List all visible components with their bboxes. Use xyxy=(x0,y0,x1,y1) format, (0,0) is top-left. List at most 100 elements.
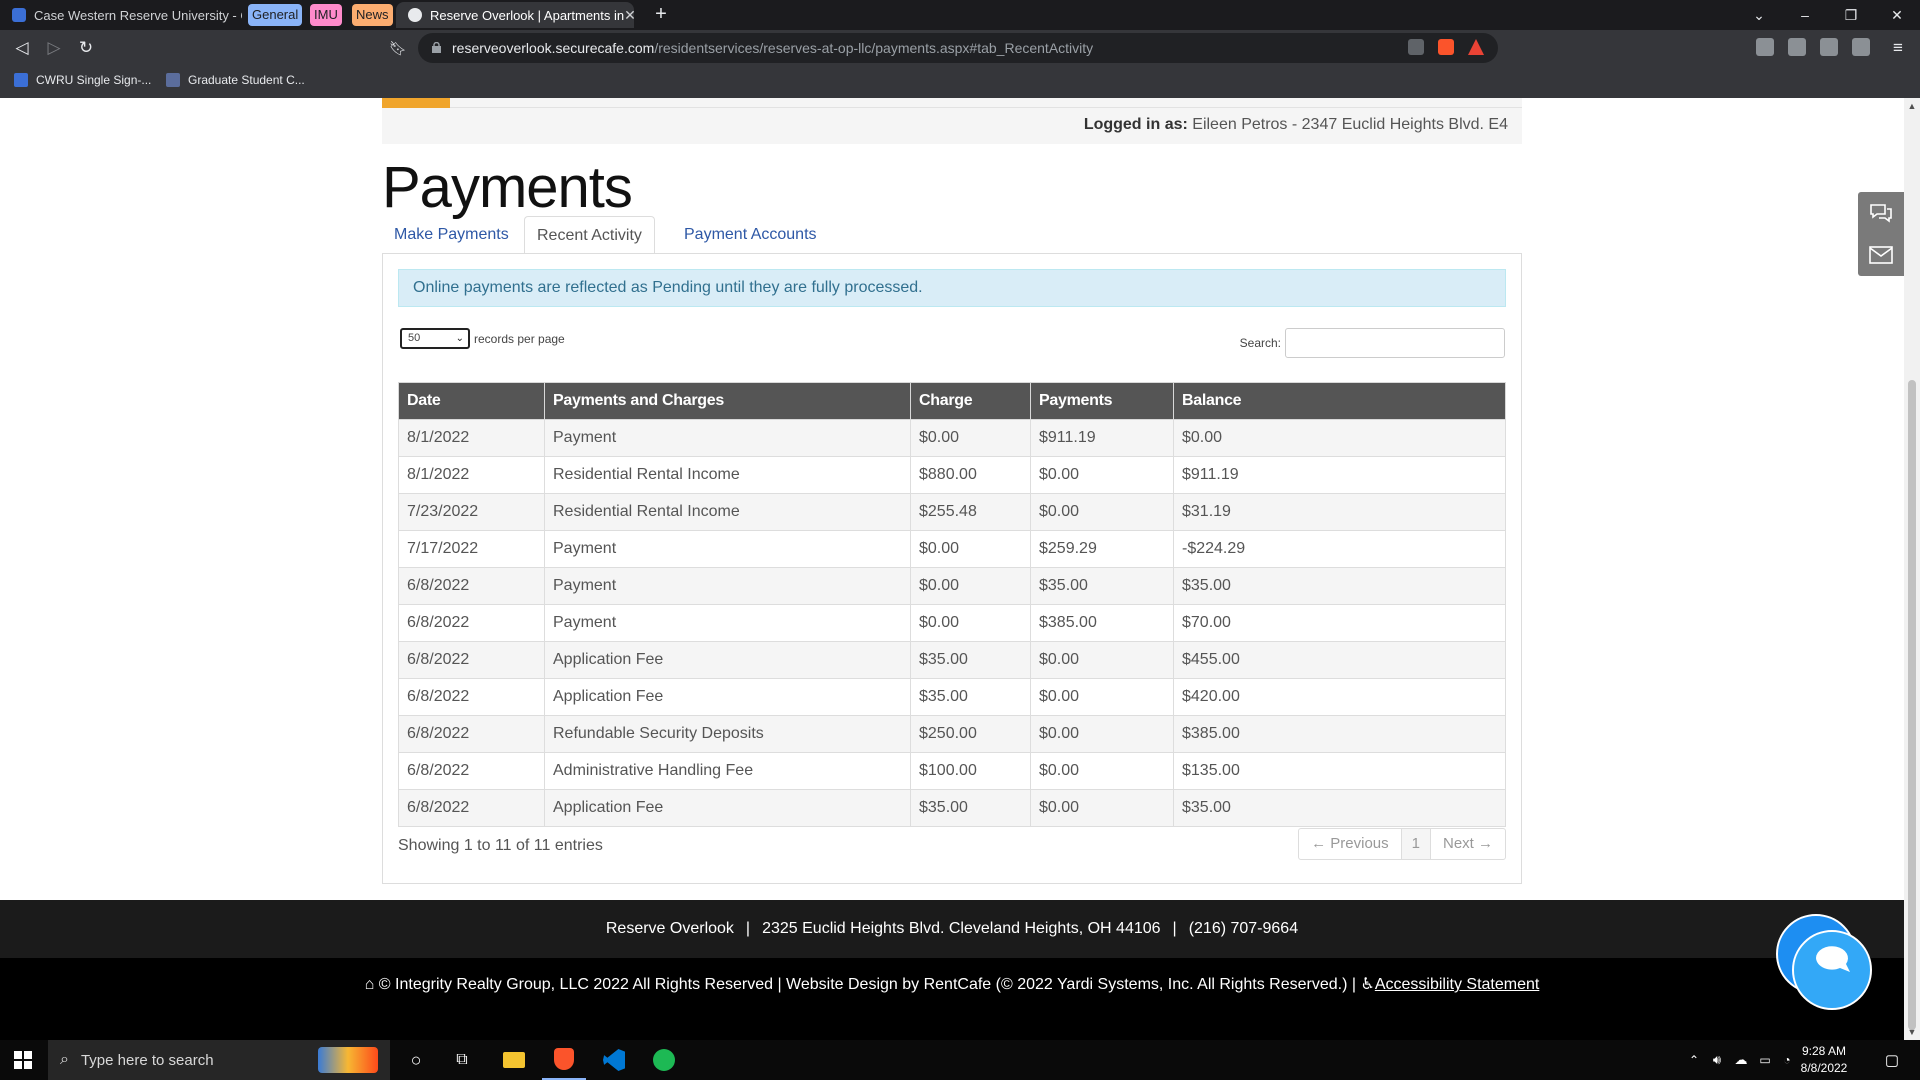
reload-icon[interactable]: ↻ xyxy=(72,34,100,62)
search-input[interactable] xyxy=(1285,328,1505,358)
spotify-icon[interactable] xyxy=(642,1040,686,1080)
cell-date: 6/8/2022 xyxy=(398,604,545,642)
cell-payments: $0.00 xyxy=(1030,678,1174,716)
taskbar-search-box[interactable]: ⌕ Type here to search xyxy=(48,1040,390,1080)
cell-description: Residential Rental Income xyxy=(544,456,911,494)
cell-date: 6/8/2022 xyxy=(398,641,545,679)
brave-rewards-icon[interactable] xyxy=(1468,39,1484,55)
minimize-button[interactable]: – xyxy=(1782,0,1828,30)
records-per-page-select[interactable]: 50 ⌄ xyxy=(400,328,470,349)
browser-chrome: Case Western Reserve University - Cale G… xyxy=(0,0,1920,98)
footer-phone[interactable]: (216) 707-9664 xyxy=(1189,920,1298,937)
address-bar[interactable]: reserveoverlook.securecafe.com/residents… xyxy=(418,33,1498,63)
close-window-button[interactable]: ✕ xyxy=(1874,0,1920,30)
accessibility-statement-link[interactable]: Accessibility Statement xyxy=(1375,976,1540,993)
browser-tab-cwru[interactable]: Case Western Reserve University - Cale xyxy=(0,2,242,28)
forward-icon[interactable]: ▷ xyxy=(40,34,68,62)
task-view-icon[interactable]: ⧉ xyxy=(444,1040,480,1080)
cell-charge: $35.00 xyxy=(910,789,1031,827)
page-scrollbar[interactable]: ▲ ▼ xyxy=(1904,98,1920,1040)
cell-payments: $0.00 xyxy=(1030,789,1174,827)
extension-icon[interactable] xyxy=(1788,38,1806,56)
puzzle-extensions-icon[interactable] xyxy=(1820,38,1838,56)
table-row: 6/8/2022 Payment $0.00 $35.00 $35.00 xyxy=(398,567,1506,605)
entries-info: Showing 1 to 11 of 11 entries xyxy=(398,837,603,854)
tab-payment-accounts[interactable]: Payment Accounts xyxy=(672,216,829,254)
onedrive-cloud-icon[interactable]: ☁ xyxy=(1730,1040,1752,1080)
contact-side-widget xyxy=(1858,192,1904,276)
wallet-icon[interactable] xyxy=(1852,38,1870,56)
tab-group-news[interactable]: News xyxy=(352,4,393,26)
column-header-balance[interactable]: Balance xyxy=(1173,382,1506,420)
cell-balance: $911.19 xyxy=(1173,456,1506,494)
cell-payments: $0.00 xyxy=(1030,456,1174,494)
tab-title: Case Western Reserve University - Cale xyxy=(34,7,242,23)
chat-launcher-button[interactable] xyxy=(1776,914,1872,1010)
cell-description: Administrative Handling Fee xyxy=(544,752,911,790)
file-explorer-icon[interactable] xyxy=(492,1040,536,1080)
scroll-up-icon[interactable]: ▲ xyxy=(1904,98,1920,114)
chat-bubbles-icon[interactable] xyxy=(1858,192,1904,234)
table-row: 6/8/2022 Payment $0.00 $385.00 $70.00 xyxy=(398,604,1506,642)
footer-copyright-bar: ⌂ © Integrity Realty Group, LLC 2022 All… xyxy=(0,958,1904,1040)
cortana-icon[interactable]: ○ xyxy=(398,1040,434,1080)
restore-button[interactable]: ❐ xyxy=(1828,0,1874,30)
cell-balance: $31.19 xyxy=(1173,493,1506,531)
next-page-button[interactable]: Next → xyxy=(1431,829,1505,859)
table-row: 6/8/2022 Application Fee $35.00 $0.00 $455.0… xyxy=(398,641,1506,679)
table-row: 6/8/2022 Application Fee $35.00 $0.00 $35.00 xyxy=(398,789,1506,827)
search-label: Search: xyxy=(1239,336,1281,350)
notifications-icon[interactable]: ▢ xyxy=(1872,1040,1912,1080)
battery-icon[interactable]: ▭ xyxy=(1754,1040,1776,1080)
table-row: 6/8/2022 Application Fee $35.00 $0.00 $420.0… xyxy=(398,678,1506,716)
records-per-page: 50 ⌄ records per page xyxy=(400,328,565,349)
tab-group-imu[interactable]: IMU xyxy=(310,4,342,26)
cell-description: Application Fee xyxy=(544,789,911,827)
column-header-date[interactable]: Date xyxy=(398,382,545,420)
column-header-payments[interactable]: Payments xyxy=(1030,382,1174,420)
table-search: Search: xyxy=(1240,328,1505,358)
page-1-button[interactable]: 1 xyxy=(1401,829,1431,859)
brave-shields-icon[interactable] xyxy=(1438,39,1454,55)
close-tab-icon[interactable]: ✕ xyxy=(624,7,634,24)
reader-mode-icon[interactable] xyxy=(1756,38,1774,56)
bookmark-icon[interactable]: 🔖︎ xyxy=(384,34,412,62)
logged-in-user: Eileen Petros - 2347 Euclid Heights Blvd… xyxy=(1192,116,1508,133)
cell-balance: $70.00 xyxy=(1173,604,1506,642)
search-icon: ⌕ xyxy=(60,1051,69,1068)
menu-icon[interactable]: ≡ xyxy=(1884,34,1912,62)
footer-address: 2325 Euclid Heights Blvd. Cleveland Heig… xyxy=(762,920,1161,937)
scroll-down-icon[interactable]: ▼ xyxy=(1904,1024,1920,1040)
scroll-thumb[interactable] xyxy=(1908,380,1916,1030)
system-clock[interactable]: 9:28 AM 8/8/2022 xyxy=(1792,1043,1856,1077)
column-header-description[interactable]: Payments and Charges xyxy=(544,382,911,420)
browser-tab-reserve-overlook[interactable]: Reserve Overlook | Apartments in ✕ xyxy=(396,2,634,28)
cell-description: Payment xyxy=(544,419,911,457)
vscode-icon[interactable] xyxy=(592,1040,636,1080)
bookmark-cwru-sso[interactable]: CWRU Single Sign-... xyxy=(14,73,151,87)
site-permission-icon[interactable] xyxy=(1408,39,1424,55)
column-header-charge[interactable]: Charge xyxy=(910,382,1031,420)
tab-group-general[interactable]: General xyxy=(248,4,303,26)
tab-make-payments[interactable]: Make Payments xyxy=(382,216,521,254)
email-envelope-icon[interactable] xyxy=(1858,234,1904,276)
cell-date: 6/8/2022 xyxy=(398,789,545,827)
logged-in-label: Logged in as: xyxy=(1083,116,1188,133)
cell-charge: $880.00 xyxy=(910,456,1031,494)
tab-recent-activity[interactable]: Recent Activity xyxy=(524,216,655,254)
new-tab-button[interactable]: + xyxy=(648,2,674,28)
bookmark-graduate-student[interactable]: Graduate Student C... xyxy=(166,73,305,87)
previous-page-button[interactable]: ← Previous xyxy=(1299,829,1402,859)
bookmark-label: Graduate Student C... xyxy=(188,73,305,87)
tab-search-chevron-icon[interactable]: ⌄ xyxy=(1736,0,1782,30)
lock-icon xyxy=(432,42,441,53)
cell-balance: $420.00 xyxy=(1173,678,1506,716)
tray-chevron-up-icon[interactable]: ⌃ xyxy=(1684,1040,1704,1080)
windows-start-icon[interactable] xyxy=(0,1040,46,1080)
back-icon[interactable]: ◁ xyxy=(8,34,36,62)
cell-description: Refundable Security Deposits xyxy=(544,715,911,753)
cell-balance: $135.00 xyxy=(1173,752,1506,790)
brave-browser-icon[interactable] xyxy=(542,1040,586,1080)
payments-tabs: Make Payments Recent Activity Payment Ac… xyxy=(382,216,1522,254)
volume-icon[interactable]: 🔊︎ xyxy=(1706,1040,1728,1080)
